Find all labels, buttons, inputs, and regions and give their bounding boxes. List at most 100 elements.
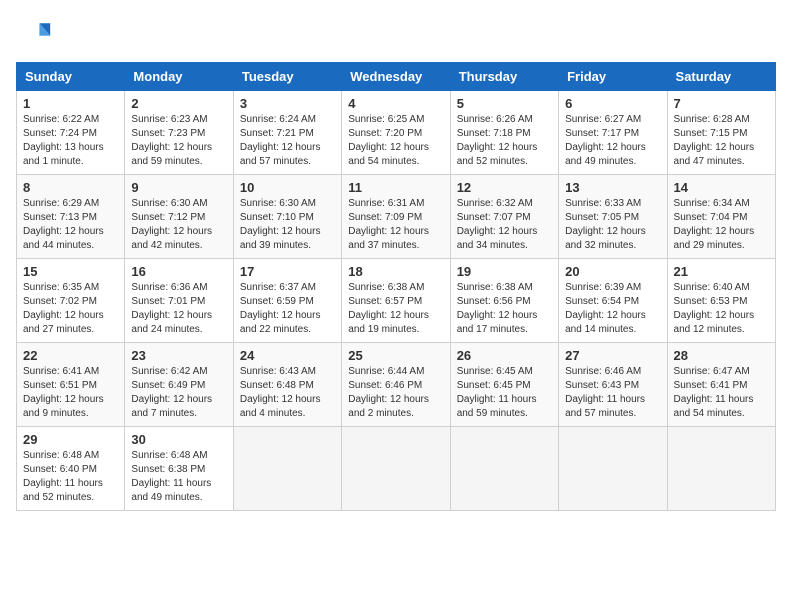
day-number: 20: [565, 264, 660, 279]
day-info: Sunrise: 6:46 AMSunset: 6:43 PMDaylight:…: [565, 365, 660, 421]
weekday-header: Saturday: [667, 63, 775, 91]
day-info: Sunrise: 6:26 AMSunset: 7:18 PMDaylight:…: [457, 113, 552, 169]
calendar-day-cell: 24 Sunrise: 6:43 AMSunset: 6:48 PMDayligh…: [233, 343, 341, 427]
day-number: 29: [23, 432, 118, 447]
day-number: 18: [348, 264, 443, 279]
day-number: 21: [674, 264, 769, 279]
calendar-day-cell: [559, 427, 667, 511]
calendar-day-cell: 20 Sunrise: 6:39 AMSunset: 6:54 PMDayligh…: [559, 259, 667, 343]
day-info: Sunrise: 6:36 AMSunset: 7:01 PMDaylight:…: [131, 281, 226, 337]
calendar-day-cell: 21 Sunrise: 6:40 AMSunset: 6:53 PMDayligh…: [667, 259, 775, 343]
day-number: 8: [23, 180, 118, 195]
calendar-day-cell: 29 Sunrise: 6:48 AMSunset: 6:40 PMDayligh…: [17, 427, 125, 511]
calendar-day-cell: 1 Sunrise: 6:22 AMSunset: 7:24 PMDaylight…: [17, 91, 125, 175]
day-info: Sunrise: 6:35 AMSunset: 7:02 PMDaylight:…: [23, 281, 118, 337]
day-info: Sunrise: 6:44 AMSunset: 6:46 PMDaylight:…: [348, 365, 443, 421]
weekday-header: Monday: [125, 63, 233, 91]
day-info: Sunrise: 6:25 AMSunset: 7:20 PMDaylight:…: [348, 113, 443, 169]
calendar-day-cell: 13Sunrise: 6:33 AMSunset: 7:05 PMDayligh…: [559, 175, 667, 259]
calendar-day-cell: 3 Sunrise: 6:24 AMSunset: 7:21 PMDaylight…: [233, 91, 341, 175]
day-number: 1: [23, 96, 118, 111]
day-number: 19: [457, 264, 552, 279]
calendar-day-cell: 19 Sunrise: 6:38 AMSunset: 6:56 PMDayligh…: [450, 259, 558, 343]
calendar-day-cell: 23 Sunrise: 6:42 AMSunset: 6:49 PMDayligh…: [125, 343, 233, 427]
day-info: Sunrise: 6:41 AMSunset: 6:51 PMDaylight:…: [23, 365, 118, 421]
calendar-day-cell: [342, 427, 450, 511]
weekday-header: Tuesday: [233, 63, 341, 91]
day-info: Sunrise: 6:43 AMSunset: 6:48 PMDaylight:…: [240, 365, 335, 421]
day-info: Sunrise: 6:38 AMSunset: 6:56 PMDaylight:…: [457, 281, 552, 337]
day-info: Sunrise: 6:48 AMSunset: 6:38 PMDaylight:…: [131, 449, 226, 505]
day-info: Sunrise: 6:42 AMSunset: 6:49 PMDaylight:…: [131, 365, 226, 421]
day-info: Sunrise: 6:48 AMSunset: 6:40 PMDaylight:…: [23, 449, 118, 505]
weekday-header: Friday: [559, 63, 667, 91]
day-info: Sunrise: 6:30 AMSunset: 7:10 PMDaylight:…: [240, 197, 335, 253]
day-number: 11: [348, 180, 443, 195]
calendar-week-row: 22 Sunrise: 6:41 AMSunset: 6:51 PMDayligh…: [17, 343, 776, 427]
calendar-day-cell: [667, 427, 775, 511]
calendar-day-cell: 18 Sunrise: 6:38 AMSunset: 6:57 PMDayligh…: [342, 259, 450, 343]
day-info: Sunrise: 6:22 AMSunset: 7:24 PMDaylight:…: [23, 113, 118, 169]
day-info: Sunrise: 6:37 AMSunset: 6:59 PMDaylight:…: [240, 281, 335, 337]
calendar-day-cell: 16 Sunrise: 6:36 AMSunset: 7:01 PMDayligh…: [125, 259, 233, 343]
calendar-day-cell: 25 Sunrise: 6:44 AMSunset: 6:46 PMDayligh…: [342, 343, 450, 427]
weekday-header: Wednesday: [342, 63, 450, 91]
day-number: 27: [565, 348, 660, 363]
day-number: 24: [240, 348, 335, 363]
calendar-table: SundayMondayTuesdayWednesdayThursdayFrid…: [16, 62, 776, 511]
day-info: Sunrise: 6:32 AMSunset: 7:07 PMDaylight:…: [457, 197, 552, 253]
day-info: Sunrise: 6:47 AMSunset: 6:41 PMDaylight:…: [674, 365, 769, 421]
day-number: 17: [240, 264, 335, 279]
day-number: 28: [674, 348, 769, 363]
day-info: Sunrise: 6:30 AMSunset: 7:12 PMDaylight:…: [131, 197, 226, 253]
day-info: Sunrise: 6:31 AMSunset: 7:09 PMDaylight:…: [348, 197, 443, 253]
day-number: 2: [131, 96, 226, 111]
day-info: Sunrise: 6:28 AMSunset: 7:15 PMDaylight:…: [674, 113, 769, 169]
day-info: Sunrise: 6:24 AMSunset: 7:21 PMDaylight:…: [240, 113, 335, 169]
calendar-day-cell: 6Sunrise: 6:27 AMSunset: 7:17 PMDaylight…: [559, 91, 667, 175]
day-number: 5: [457, 96, 552, 111]
logo-icon: [16, 16, 52, 52]
calendar-day-cell: [233, 427, 341, 511]
day-info: Sunrise: 6:27 AMSunset: 7:17 PMDaylight:…: [565, 113, 660, 169]
day-info: Sunrise: 6:23 AMSunset: 7:23 PMDaylight:…: [131, 113, 226, 169]
day-info: Sunrise: 6:29 AMSunset: 7:13 PMDaylight:…: [23, 197, 118, 253]
calendar-week-row: 1 Sunrise: 6:22 AMSunset: 7:24 PMDaylight…: [17, 91, 776, 175]
day-number: 30: [131, 432, 226, 447]
calendar-day-cell: 15 Sunrise: 6:35 AMSunset: 7:02 PMDayligh…: [17, 259, 125, 343]
day-number: 10: [240, 180, 335, 195]
day-info: Sunrise: 6:40 AMSunset: 6:53 PMDaylight:…: [674, 281, 769, 337]
calendar-week-row: 15 Sunrise: 6:35 AMSunset: 7:02 PMDayligh…: [17, 259, 776, 343]
day-info: Sunrise: 6:45 AMSunset: 6:45 PMDaylight:…: [457, 365, 552, 421]
day-number: 25: [348, 348, 443, 363]
calendar-day-cell: 10 Sunrise: 6:30 AMSunset: 7:10 PMDayligh…: [233, 175, 341, 259]
weekday-header: Thursday: [450, 63, 558, 91]
calendar-day-cell: 5 Sunrise: 6:26 AMSunset: 7:18 PMDaylight…: [450, 91, 558, 175]
calendar-day-cell: [450, 427, 558, 511]
calendar-day-cell: 22 Sunrise: 6:41 AMSunset: 6:51 PMDayligh…: [17, 343, 125, 427]
calendar-day-cell: 11 Sunrise: 6:31 AMSunset: 7:09 PMDayligh…: [342, 175, 450, 259]
day-number: 12: [457, 180, 552, 195]
day-number: 14: [674, 180, 769, 195]
day-info: Sunrise: 6:34 AMSunset: 7:04 PMDaylight:…: [674, 197, 769, 253]
day-number: 7: [674, 96, 769, 111]
day-number: 9: [131, 180, 226, 195]
calendar-day-cell: 28 Sunrise: 6:47 AMSunset: 6:41 PMDayligh…: [667, 343, 775, 427]
calendar-day-cell: 27 Sunrise: 6:46 AMSunset: 6:43 PMDayligh…: [559, 343, 667, 427]
day-info: Sunrise: 6:38 AMSunset: 6:57 PMDaylight:…: [348, 281, 443, 337]
day-number: 22: [23, 348, 118, 363]
day-number: 23: [131, 348, 226, 363]
calendar-day-cell: 4 Sunrise: 6:25 AMSunset: 7:20 PMDaylight…: [342, 91, 450, 175]
calendar-day-cell: 14 Sunrise: 6:34 AMSunset: 7:04 PMDayligh…: [667, 175, 775, 259]
calendar-day-cell: 8 Sunrise: 6:29 AMSunset: 7:13 PMDaylight…: [17, 175, 125, 259]
calendar-header-row: SundayMondayTuesdayWednesdayThursdayFrid…: [17, 63, 776, 91]
day-info: Sunrise: 6:39 AMSunset: 6:54 PMDaylight:…: [565, 281, 660, 337]
weekday-header: Sunday: [17, 63, 125, 91]
day-number: 3: [240, 96, 335, 111]
calendar-day-cell: 12 Sunrise: 6:32 AMSunset: 7:07 PMDayligh…: [450, 175, 558, 259]
day-number: 4: [348, 96, 443, 111]
calendar-week-row: 29 Sunrise: 6:48 AMSunset: 6:40 PMDayligh…: [17, 427, 776, 511]
page-header: [16, 16, 776, 52]
day-number: 16: [131, 264, 226, 279]
day-number: 15: [23, 264, 118, 279]
